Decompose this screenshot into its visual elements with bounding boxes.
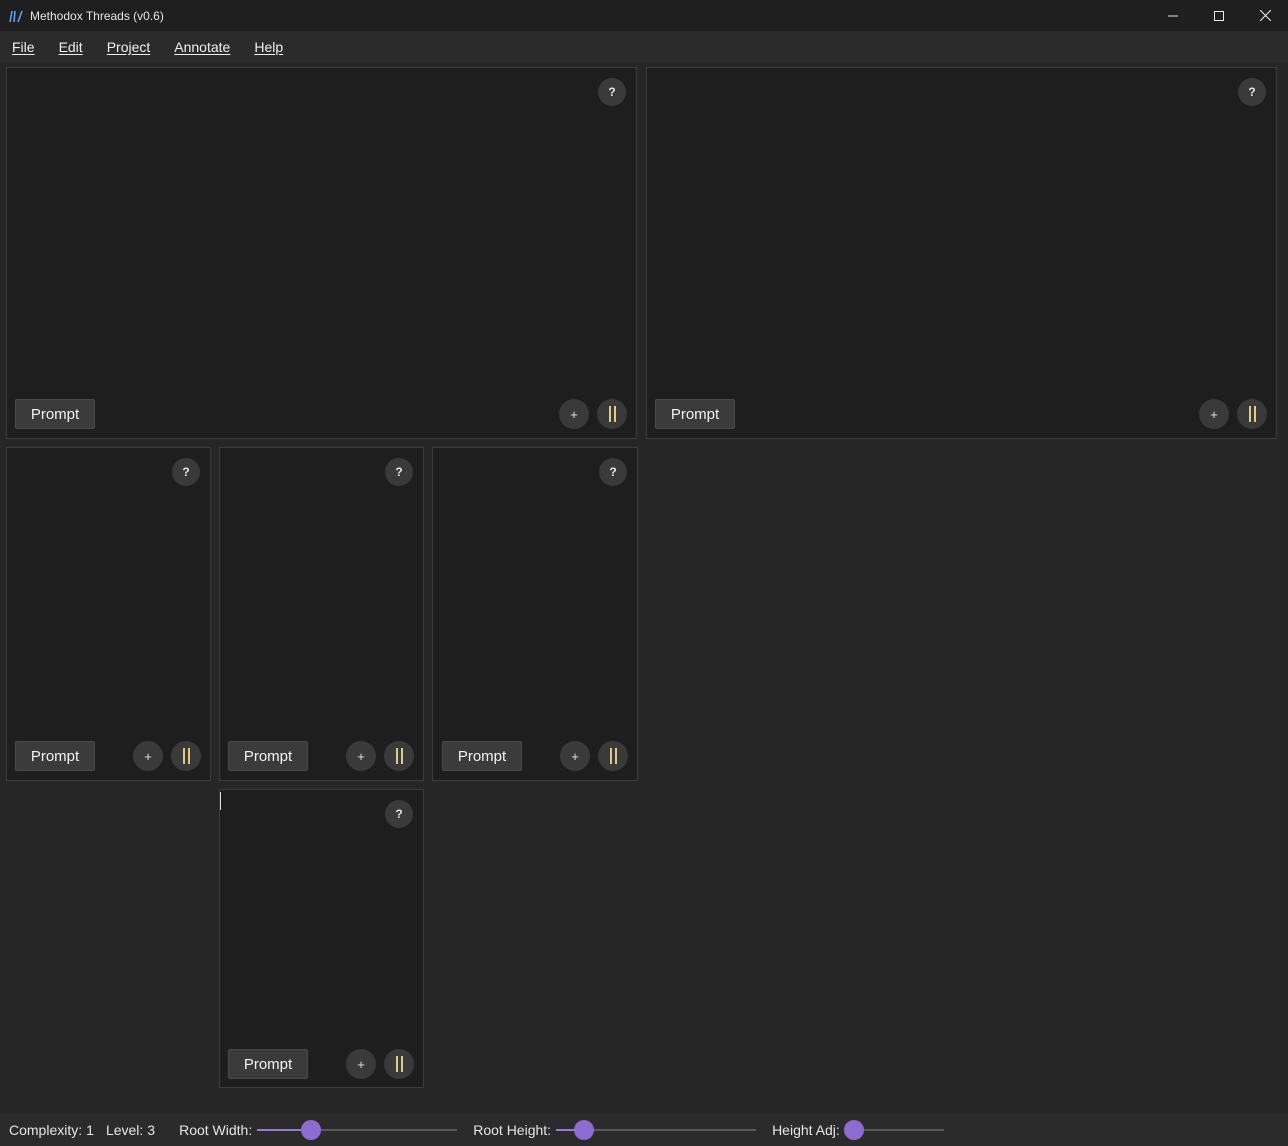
pause-icon bbox=[395, 748, 403, 764]
minimize-icon bbox=[1168, 15, 1178, 16]
pause-button[interactable] bbox=[1237, 399, 1267, 429]
root-width-label: Root Width: bbox=[179, 1121, 253, 1138]
height-adj-slider[interactable] bbox=[843, 1119, 944, 1140]
pause-button[interactable] bbox=[597, 399, 627, 429]
slider-thumb[interactable] bbox=[843, 1119, 864, 1140]
root-height-label: Root Height: bbox=[473, 1121, 552, 1138]
thread-panel[interactable]: ? Prompt + bbox=[219, 447, 424, 781]
menu-file[interactable]: File bbox=[12, 39, 35, 55]
complexity-label: Complexity: bbox=[9, 1121, 83, 1138]
menu-project[interactable]: Project bbox=[107, 39, 151, 55]
help-button[interactable]: ? bbox=[385, 800, 413, 828]
pause-button[interactable] bbox=[598, 741, 628, 771]
add-button[interactable]: + bbox=[560, 741, 590, 771]
menu-annotate[interactable]: Annotate bbox=[174, 39, 230, 55]
prompt-button[interactable]: Prompt bbox=[15, 399, 95, 429]
level-label: Level: bbox=[105, 1121, 144, 1138]
help-button[interactable]: ? bbox=[598, 78, 626, 106]
title-bar[interactable]: Methodox Threads (v0.6) bbox=[0, 0, 1288, 31]
thread-panel[interactable]: ? Prompt + bbox=[646, 67, 1277, 439]
minimize-button[interactable] bbox=[1150, 0, 1196, 31]
level-value: 3 bbox=[147, 1121, 156, 1138]
app-logo-icon bbox=[8, 8, 24, 24]
status-bar: Complexity: 1 Level: 3 Root Width: Root … bbox=[0, 1113, 1288, 1146]
thread-panel[interactable]: ? Prompt + bbox=[219, 789, 424, 1088]
thread-panel[interactable]: ? Prompt + bbox=[6, 67, 637, 439]
add-button[interactable]: + bbox=[346, 741, 376, 771]
root-height-slider[interactable] bbox=[556, 1119, 757, 1140]
pause-button[interactable] bbox=[171, 741, 201, 771]
add-button[interactable]: + bbox=[559, 399, 589, 429]
slider-thumb[interactable] bbox=[301, 1119, 322, 1140]
window-title: Methodox Threads (v0.6) bbox=[30, 8, 164, 23]
add-button[interactable]: + bbox=[133, 741, 163, 771]
pause-button[interactable] bbox=[384, 1049, 414, 1079]
thread-panel[interactable]: ? Prompt + bbox=[6, 447, 211, 781]
pause-button[interactable] bbox=[384, 741, 414, 771]
root-width-slider[interactable] bbox=[257, 1119, 458, 1140]
prompt-button[interactable]: Prompt bbox=[15, 741, 95, 771]
app-window: Methodox Threads (v0.6) File Edit Projec… bbox=[0, 0, 1288, 1146]
add-button[interactable]: + bbox=[346, 1049, 376, 1079]
help-button[interactable]: ? bbox=[385, 458, 413, 486]
complexity-value: 1 bbox=[86, 1121, 94, 1138]
pause-icon bbox=[608, 406, 616, 422]
pause-icon bbox=[182, 748, 190, 764]
menu-bar: File Edit Project Annotate Help bbox=[0, 31, 1288, 63]
close-icon bbox=[1259, 10, 1271, 21]
close-button[interactable] bbox=[1242, 0, 1288, 31]
window-controls bbox=[1150, 0, 1288, 31]
prompt-button[interactable]: Prompt bbox=[228, 1049, 308, 1079]
help-button[interactable]: ? bbox=[599, 458, 627, 486]
prompt-button[interactable]: Prompt bbox=[228, 741, 308, 771]
help-button[interactable]: ? bbox=[1238, 78, 1266, 106]
height-adj-label: Height Adj: bbox=[772, 1121, 840, 1138]
help-button[interactable]: ? bbox=[172, 458, 200, 486]
maximize-icon bbox=[1214, 10, 1224, 21]
menu-edit[interactable]: Edit bbox=[59, 39, 83, 55]
pause-icon bbox=[609, 748, 617, 764]
slider-thumb[interactable] bbox=[574, 1119, 595, 1140]
pause-icon bbox=[395, 1056, 403, 1072]
pause-icon bbox=[1248, 406, 1256, 422]
menu-help[interactable]: Help bbox=[254, 39, 283, 55]
add-button[interactable]: + bbox=[1199, 399, 1229, 429]
maximize-button[interactable] bbox=[1196, 0, 1242, 31]
text-caret bbox=[220, 792, 221, 810]
thread-panel[interactable]: ? Prompt + bbox=[432, 447, 638, 781]
prompt-button[interactable]: Prompt bbox=[442, 741, 522, 771]
prompt-button[interactable]: Prompt bbox=[655, 399, 735, 429]
